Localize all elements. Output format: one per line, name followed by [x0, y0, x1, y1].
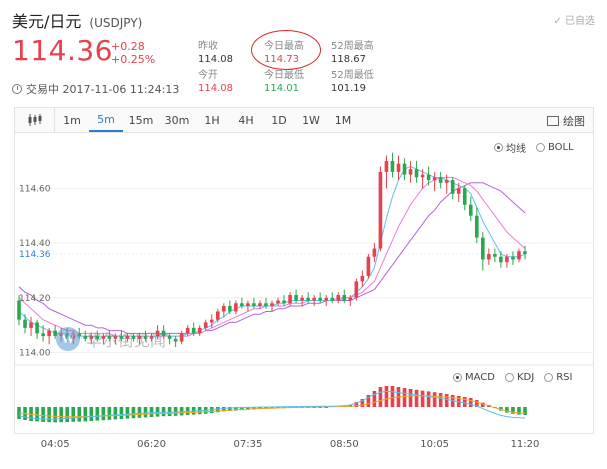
- watchlist-toggle[interactable]: ✓ 已自选: [553, 12, 595, 27]
- radio-dot: [453, 373, 462, 382]
- candlestick-icon[interactable]: [15, 108, 55, 132]
- tab-1h[interactable]: 1H: [195, 108, 229, 132]
- title-row: 美元/日元 (USDJPY): [12, 8, 142, 32]
- stat-value: 114.08: [198, 83, 233, 94]
- clock-icon: [12, 84, 22, 94]
- x-tick-label: 04:05: [41, 439, 70, 450]
- radio-label: MACD: [465, 372, 495, 383]
- stat-value: 114.01: [264, 83, 299, 94]
- instrument-title: 美元/日元: [12, 12, 82, 31]
- x-tick-label: 07:35: [233, 439, 262, 450]
- indicator-kdj-radio[interactable]: KDJ: [504, 372, 535, 383]
- indicator-boll-radio[interactable]: BOLL: [536, 140, 574, 155]
- tab-4h[interactable]: 4H: [229, 108, 263, 132]
- stat-value: 101.19: [331, 83, 366, 94]
- stat-52w-low: 52周最低 101.19: [331, 69, 374, 95]
- stat-52w-high: 52周最高 118.67: [331, 40, 374, 66]
- indicator-macd-radio[interactable]: MACD: [453, 372, 495, 383]
- indicator-ma-radio[interactable]: 均线: [494, 140, 526, 155]
- radio-label: KDJ: [516, 372, 535, 383]
- instrument-symbol: (USDJPY): [89, 16, 143, 30]
- x-tick-label: 08:50: [330, 439, 359, 450]
- radio-label: RSI: [556, 372, 573, 383]
- radio-label: 均线: [506, 144, 526, 155]
- watchlist-label: 已自选: [565, 16, 595, 27]
- tab-15m[interactable]: 15m: [123, 108, 159, 132]
- radio-dot: [536, 143, 545, 152]
- radio-dot: [504, 373, 514, 382]
- x-tick-label: 10:05: [420, 439, 449, 450]
- chart-panel: [14, 133, 594, 434]
- stat-label: 昨收: [198, 41, 218, 52]
- tab-30m[interactable]: 30m: [159, 108, 195, 132]
- draw-button[interactable]: 绘图: [547, 113, 585, 129]
- tab-1m[interactable]: 1m: [55, 108, 89, 132]
- x-tick-label: 06:20: [137, 439, 166, 450]
- trading-status: 交易中 2017-11-06 11:24:13: [12, 81, 179, 97]
- indicator-rsi-radio[interactable]: RSI: [544, 372, 572, 383]
- change-percent: +0.25%: [111, 53, 156, 66]
- stat-open: 今开 114.08: [198, 69, 233, 95]
- stat-value: 114.08: [198, 54, 233, 65]
- watermark-text: 华尔街见闻: [86, 331, 167, 350]
- stat-label: 52周最高: [331, 41, 374, 52]
- watermark: W 华尔街见闻: [56, 327, 166, 351]
- tab-5m[interactable]: 5m: [89, 108, 123, 132]
- stat-prev-close: 昨收 114.08: [198, 40, 233, 66]
- sub-indicator-selector: MACD KDJ RSI: [453, 372, 572, 383]
- radio-dot: [494, 143, 503, 152]
- interval-tabbar: 1m 5m 15m 30m 1H 4H 1D 1W 1M 绘图: [14, 107, 594, 133]
- main-indicator-selector: 均线 BOLL: [494, 140, 574, 155]
- stat-value: 118.67: [331, 54, 366, 65]
- tab-1w[interactable]: 1W: [295, 108, 327, 132]
- tab-1d[interactable]: 1D: [263, 108, 295, 132]
- change-absolute: +0.28: [111, 40, 145, 53]
- radio-label: BOLL: [548, 142, 574, 153]
- draw-icon: [547, 116, 559, 126]
- draw-label: 绘图: [563, 115, 585, 128]
- annotation-circle: [251, 30, 321, 70]
- check-icon: ✓: [553, 16, 565, 27]
- watermark-logo: W: [56, 327, 80, 351]
- x-tick-label: 11:20: [511, 439, 540, 450]
- candlestick-glyph: [28, 114, 41, 126]
- stat-label: 52周最低: [331, 70, 374, 81]
- radio-dot: [544, 373, 554, 382]
- tab-1mo[interactable]: 1M: [327, 108, 359, 132]
- stat-day-low: 今日最低 114.01: [264, 69, 304, 95]
- stat-label: 今开: [198, 70, 218, 81]
- status-text: 交易中 2017-11-06 11:24:13: [26, 83, 180, 96]
- stat-label: 今日最低: [264, 70, 304, 81]
- current-price: 114.36: [12, 34, 113, 67]
- price-change: +0.28 +0.25%: [111, 40, 155, 66]
